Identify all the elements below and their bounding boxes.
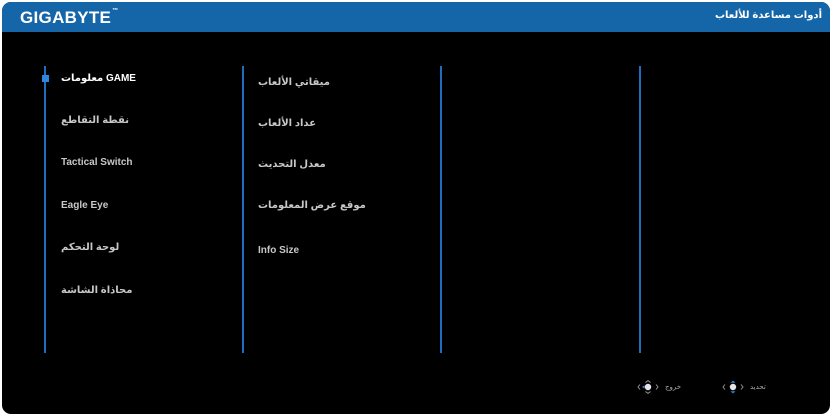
submenu-item-refresh-rate[interactable]: معدل التحديث xyxy=(258,159,326,170)
submenu-item-info-location[interactable]: موقع عرض المعلومات xyxy=(258,200,366,211)
menu-item-dashboard[interactable]: لوحة التحكم xyxy=(61,242,119,253)
menu-item-tactical-switch[interactable]: Tactical Switch xyxy=(61,157,133,168)
menu-item-eagle-eye[interactable]: Eagle Eye xyxy=(61,200,108,211)
selection-indicator xyxy=(42,75,49,82)
column-divider xyxy=(242,66,244,353)
submenu-item-game-counter[interactable]: عداد الألعاب xyxy=(258,118,316,129)
submenu-item-info-size[interactable]: Info Size xyxy=(258,245,299,256)
column-divider xyxy=(44,66,46,353)
column-divider xyxy=(440,66,442,353)
exit-hint: خروج xyxy=(637,380,681,394)
exit-label: خروج xyxy=(665,384,682,391)
page-title: أدوات مساعدة للألعاب xyxy=(715,10,822,21)
osd-window: GIGABYTE™ أدوات مساعدة للألعاب معلومات G… xyxy=(2,2,830,414)
header-bar: GIGABYTE™ أدوات مساعدة للألعاب xyxy=(2,2,830,32)
joystick-left-icon xyxy=(637,380,659,394)
column-divider xyxy=(639,66,641,353)
submenu-item-game-timer[interactable]: ميقاتي الألعاب xyxy=(258,77,330,88)
select-label: تحديد xyxy=(750,384,766,391)
menu-item-display-alignment[interactable]: محاذاة الشاشة xyxy=(61,285,132,296)
joystick-up-down-icon xyxy=(722,380,744,394)
menu-item-crosshair[interactable]: نقطة التقاطع xyxy=(61,115,129,126)
menu-item-game-info[interactable]: معلومات GAME xyxy=(61,73,136,84)
select-hint: تحديد xyxy=(722,380,766,394)
brand-logo: GIGABYTE™ xyxy=(20,8,119,27)
